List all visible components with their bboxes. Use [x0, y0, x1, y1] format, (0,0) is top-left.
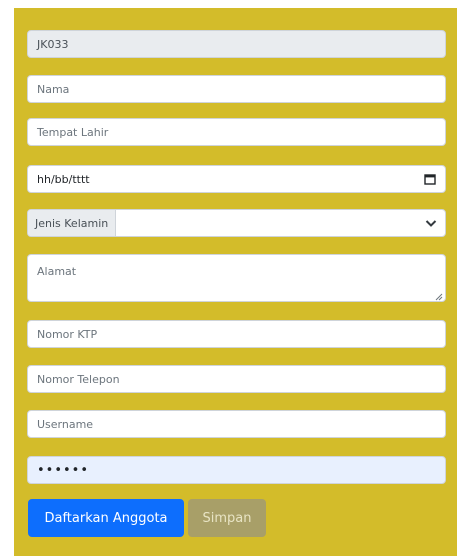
jenis-kelamin-label: Jenis Kelamin	[28, 210, 117, 236]
member-id-value: JK033	[37, 37, 69, 51]
alamat-placeholder: Alamat	[37, 265, 77, 278]
tanggal-lahir-input[interactable]: hh/bb/tttt	[27, 165, 446, 193]
jenis-kelamin-dropdown[interactable]	[116, 210, 445, 236]
alamat-textarea[interactable]: Alamat	[27, 254, 446, 302]
jenis-kelamin-select[interactable]: Jenis Kelamin	[27, 209, 446, 237]
tanggal-lahir-placeholder: hh/bb/tttt	[37, 172, 90, 186]
nomor-ktp-input[interactable]: Nomor KTP	[27, 320, 446, 348]
password-value: ••••••	[37, 462, 90, 478]
password-input[interactable]: ••••••	[27, 456, 446, 484]
resize-handle-icon[interactable]	[435, 291, 443, 301]
nama-input[interactable]: Nama	[27, 75, 446, 103]
nomor-telepon-placeholder: Nomor Telepon	[37, 372, 120, 386]
daftarkan-anggota-button[interactable]: Daftarkan Anggota	[28, 499, 184, 537]
nomor-ktp-placeholder: Nomor KTP	[37, 327, 98, 341]
username-input[interactable]: Username	[27, 410, 446, 438]
member-id-field: JK033	[27, 30, 446, 58]
calendar-icon[interactable]	[424, 173, 436, 185]
username-placeholder: Username	[37, 417, 94, 431]
nama-placeholder: Nama	[37, 82, 70, 96]
tempat-lahir-placeholder: Tempat Lahir	[37, 125, 109, 139]
simpan-button[interactable]: Simpan	[188, 499, 266, 537]
tempat-lahir-input[interactable]: Tempat Lahir	[27, 118, 446, 146]
nomor-telepon-input[interactable]: Nomor Telepon	[27, 365, 446, 393]
chevron-down-icon	[425, 218, 437, 228]
registration-form: JK033 Nama Tempat Lahir hh/bb/tttt Jenis…	[14, 8, 457, 556]
